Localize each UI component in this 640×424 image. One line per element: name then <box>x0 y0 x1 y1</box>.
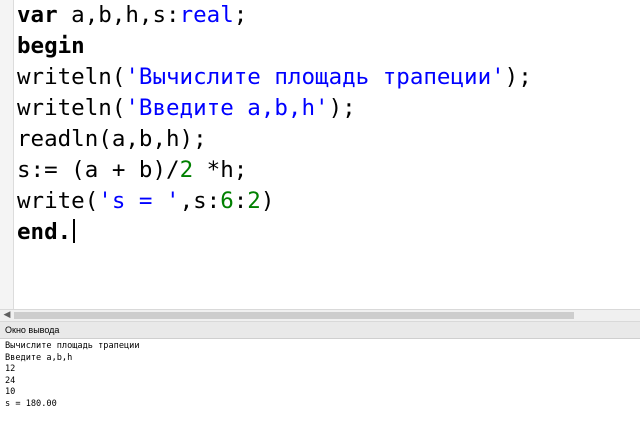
code-token: ); <box>328 95 356 121</box>
code-token: write( <box>17 188 99 214</box>
code-text[interactable]: var a,b,h,s:real; begin writeln('Вычислите… <box>17 0 640 248</box>
code-editor[interactable]: var a,b,h,s:real; begin writeln('Вычислите… <box>0 0 640 309</box>
code-line[interactable]: s:= (a + b)/2 *h; <box>17 155 640 186</box>
editor-gutter <box>0 0 14 309</box>
code-token: 2 <box>179 157 194 183</box>
output-text: Вычислите площадь трапеции Введите a,b,h 1… <box>0 339 640 411</box>
code-line[interactable]: end. <box>17 217 640 248</box>
code-token: ) <box>260 188 275 214</box>
code-token: writeln( <box>17 95 126 121</box>
code-token: 6 <box>220 188 234 214</box>
code-token: 'Вычислите площадь трапеции' <box>125 64 505 90</box>
text-caret <box>73 219 75 243</box>
code-line[interactable]: writeln('Вычислите площадь трапеции'); <box>17 62 640 93</box>
output-panel-title: Окно вывода <box>0 322 640 339</box>
code-token: 's = ' <box>98 188 180 214</box>
code-token: 2 <box>247 188 261 214</box>
code-line[interactable]: var a,b,h,s:real; <box>17 0 640 31</box>
output-line: Введите a,b,h <box>5 352 73 363</box>
code-token: readln(a,b,h); <box>17 126 207 152</box>
code-token: 'Введите a,b,h' <box>125 95 329 121</box>
code-line[interactable]: readln(a,b,h); <box>17 124 640 155</box>
output-panel[interactable]: Вычислите площадь трапеции Введите a,b,h 1… <box>0 339 640 424</box>
code-token: ,s: <box>179 188 221 214</box>
code-token: s:= (a + b)/ <box>17 157 180 183</box>
output-line: Вычислите площадь трапеции <box>5 341 140 351</box>
code-token: var <box>17 2 58 28</box>
code-token: real <box>179 2 234 28</box>
chevron-left-icon[interactable]: ◀ <box>2 310 12 321</box>
output-line: s = 180.00 <box>5 398 57 409</box>
code-token: begin <box>17 33 85 59</box>
output-line: 12 <box>5 364 16 375</box>
code-line[interactable]: write('s = ',s:6:2) <box>17 186 640 217</box>
code-token: a,b,h,s: <box>57 2 180 28</box>
output-line: 10 <box>5 387 16 398</box>
horizontal-scrollbar[interactable]: ◀ <box>0 309 640 322</box>
code-line[interactable]: begin <box>17 31 640 62</box>
code-token: ; <box>233 2 248 28</box>
code-token: end. <box>17 219 72 245</box>
code-token: ); <box>504 64 532 90</box>
code-token: : <box>233 188 248 214</box>
code-token: writeln( <box>17 64 126 90</box>
code-line[interactable]: writeln('Введите a,b,h'); <box>17 93 640 124</box>
code-token: *h; <box>193 157 248 183</box>
scrollbar-thumb[interactable] <box>14 312 574 319</box>
output-line: 24 <box>5 375 16 386</box>
